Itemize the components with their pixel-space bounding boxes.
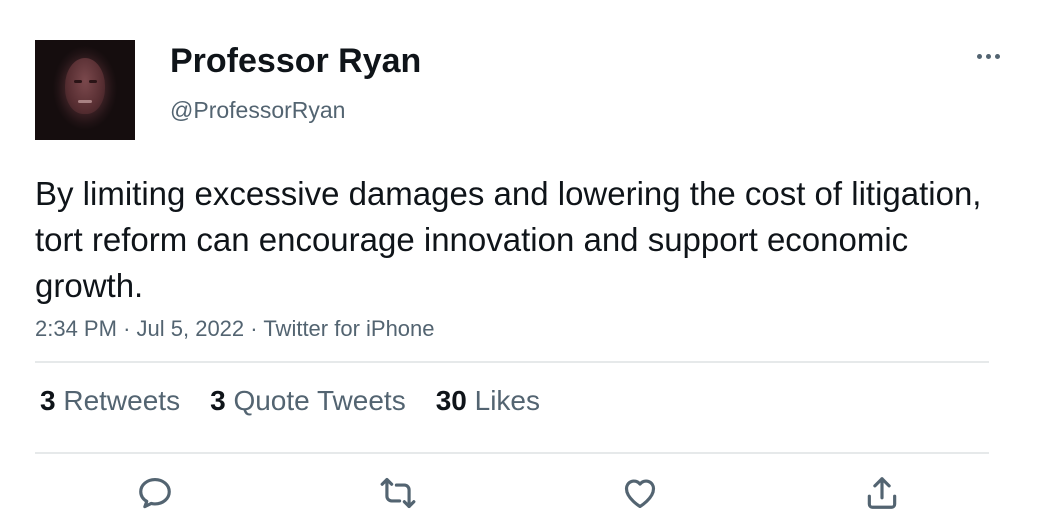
more-dot [976, 53, 982, 59]
share-button[interactable] [862, 474, 902, 514]
likes-count: 30 [435, 385, 467, 416]
tweet-time[interactable]: 2:34 PM [35, 316, 117, 341]
author-display-name[interactable]: Professor Ryan [170, 42, 421, 81]
divider [35, 452, 989, 454]
retweets-stat[interactable]: 3 Retweets [40, 385, 180, 417]
likes-label: Likes [474, 385, 541, 416]
tweet-date[interactable]: Jul 5, 2022 [137, 316, 245, 341]
retweets-label: Retweets [63, 385, 181, 416]
tweet-source[interactable]: Twitter for iPhone [263, 316, 434, 341]
retweet-button[interactable] [378, 474, 418, 514]
more-dot [994, 53, 1000, 59]
retweet-icon [380, 477, 416, 509]
quote-tweets-count: 3 [210, 385, 226, 416]
share-icon [867, 477, 897, 509]
likes-stat[interactable]: 30 Likes [436, 385, 540, 417]
retweets-count: 3 [40, 385, 56, 416]
more-icon[interactable] [972, 44, 1004, 68]
like-button[interactable] [620, 474, 660, 514]
quote-tweets-label: Quote Tweets [233, 385, 406, 416]
more-dot [985, 53, 991, 59]
reply-button[interactable] [135, 474, 175, 514]
avatar-mouth [78, 100, 92, 103]
meta-separator: · [250, 316, 258, 341]
avatar-eye-right [89, 80, 97, 83]
avatar[interactable] [35, 40, 135, 140]
author-handle[interactable]: @ProfessorRyan [170, 97, 345, 124]
quote-tweets-stat[interactable]: 3 Quote Tweets [210, 385, 406, 417]
reply-icon [139, 477, 171, 509]
avatar-face [65, 58, 105, 114]
tweet-text: By limiting excessive damages and loweri… [35, 175, 982, 304]
divider [35, 361, 989, 363]
tweet-meta: 2:34 PM · Jul 5, 2022 · Twitter for iPho… [35, 316, 435, 342]
meta-separator: · [123, 316, 131, 341]
heart-icon [624, 479, 656, 509]
tweet-stats: 3 Retweets 3 Quote Tweets 30 Likes [40, 385, 540, 417]
avatar-eye-left [74, 80, 82, 83]
